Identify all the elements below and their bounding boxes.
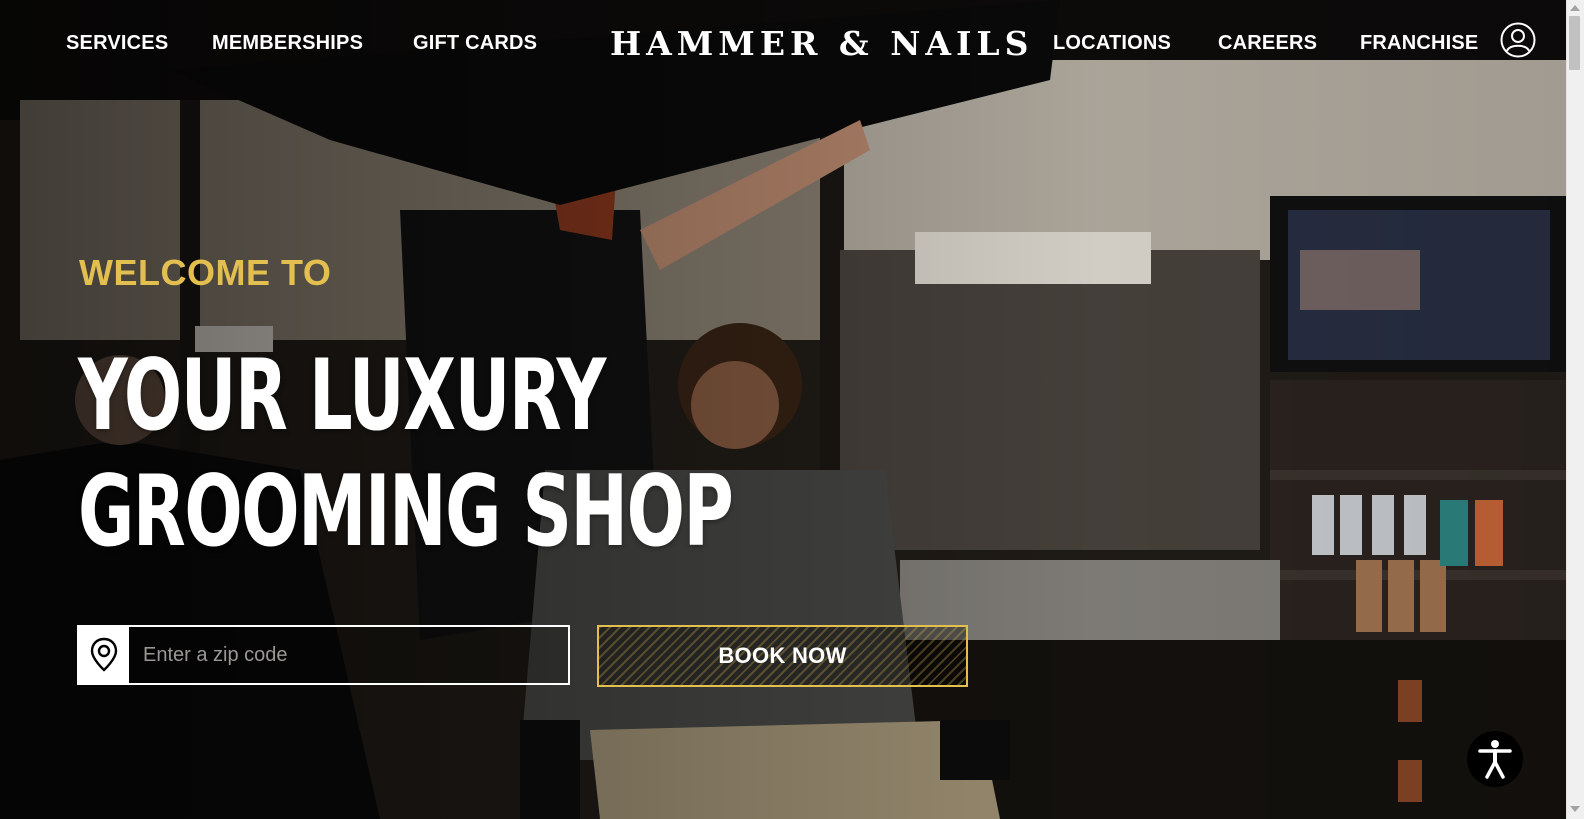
nav-link-memberships[interactable]: MEMBERSHIPS (212, 30, 363, 56)
accessibility-button[interactable] (1467, 731, 1523, 787)
user-circle-icon (1500, 22, 1536, 58)
nav-link-franchise[interactable]: FRANCHISE (1360, 30, 1478, 56)
top-navigation: SERVICES MEMBERSHIPS GIFT CARDS HAMMER &… (0, 0, 1566, 86)
nav-link-services[interactable]: SERVICES (66, 30, 168, 56)
hero-headline-line-1: YOUR LUXURY (78, 339, 606, 453)
hero-headline: YOUR LUXURY GROOMING SHOP (78, 338, 734, 570)
book-now-button[interactable]: BOOK NOW (597, 625, 968, 687)
hero-headline-line-2: GROOMING SHOP (78, 455, 734, 569)
nav-link-careers[interactable]: CAREERS (1218, 30, 1317, 56)
scroll-up-arrow[interactable] (1570, 5, 1580, 11)
accessibility-icon (1478, 740, 1512, 779)
account-button[interactable] (1500, 22, 1536, 58)
map-pin-icon (90, 637, 118, 672)
zip-search (77, 625, 570, 685)
scrollbar-thumb[interactable] (1569, 16, 1580, 70)
scroll-down-arrow[interactable] (1570, 806, 1580, 812)
nav-link-locations[interactable]: LOCATIONS (1053, 30, 1171, 56)
welcome-text: WELCOME TO (79, 252, 332, 293)
zip-code-input[interactable] (131, 627, 566, 683)
vertical-scrollbar[interactable] (1566, 0, 1584, 819)
nav-link-gift-cards[interactable]: GIFT CARDS (413, 30, 537, 56)
map-pin-button[interactable] (79, 627, 129, 683)
site-logo[interactable]: HAMMER & NAILS (610, 24, 1033, 64)
hero-section: SERVICES MEMBERSHIPS GIFT CARDS HAMMER &… (0, 0, 1566, 819)
